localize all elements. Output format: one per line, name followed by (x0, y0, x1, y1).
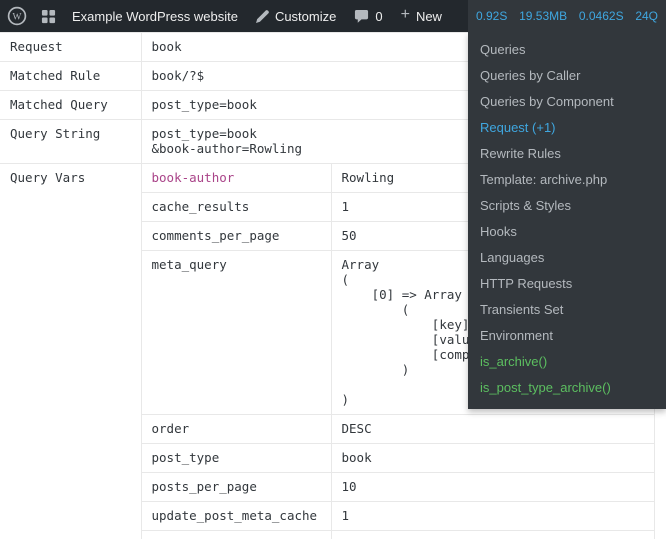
query-var-key: posts_per_page (141, 472, 332, 502)
row-label-matched-rule: Matched Rule (0, 61, 142, 91)
qm-stat-db-time: 0.0462S (578, 9, 624, 23)
new-label: New (415, 8, 442, 24)
query-var-key: update_post_meta_cache (141, 501, 332, 531)
site-name-button[interactable]: Example WordPress website (63, 0, 247, 32)
query-monitor-toolbar-button[interactable]: 0.92S 19.53MB 0.0462S 24Q (468, 0, 666, 32)
row-label-request: Request (0, 32, 142, 62)
menu-item-environment[interactable]: Environment (468, 323, 666, 349)
menu-item-queries-by-component[interactable]: Queries by Component (468, 89, 666, 115)
menu-item-is-archive[interactable]: is_archive() (468, 349, 666, 375)
menu-item-scripts-styles[interactable]: Scripts & Styles (468, 193, 666, 219)
new-content-button[interactable]: + New (392, 0, 451, 32)
comments-button[interactable]: 0 (345, 0, 391, 32)
comment-bubble-icon (354, 9, 369, 24)
query-var-value: 10 (330, 472, 655, 502)
query-var-value: 1 (330, 530, 655, 539)
query-var-key: book-author (140, 163, 332, 193)
admin-bar: W Example WordPress website Customize 0 … (0, 0, 666, 32)
menu-item-hooks[interactable]: Hooks (468, 219, 666, 245)
query-var-key: order (141, 414, 332, 444)
menu-item-rewrite-rules[interactable]: Rewrite Rules (468, 141, 666, 167)
pencil-icon (255, 9, 269, 23)
qm-stat-page-time: 0.92S (476, 9, 508, 23)
query-var-key: comments_per_page (141, 221, 332, 251)
plus-icon: + (400, 6, 410, 23)
row-label-query-string: Query String (0, 119, 142, 164)
menu-item-is-post-type-archive[interactable]: is_post_type_archive() (468, 375, 666, 401)
qm-panel-menu: Queries Queries by Caller Queries by Com… (468, 32, 666, 409)
comment-count: 0 (375, 8, 383, 24)
customize-button[interactable]: Customize (247, 0, 345, 32)
menu-item-template[interactable]: Template: archive.php (468, 167, 666, 193)
menu-item-transients-set[interactable]: Transients Set (468, 297, 666, 323)
site-name: Example WordPress website (72, 8, 238, 24)
wordpress-logo-button[interactable]: W (0, 0, 34, 32)
query-var-value: book (330, 443, 655, 473)
customize-label: Customize (274, 8, 337, 24)
wordpress-logo-icon: W (7, 6, 27, 26)
menu-item-http-requests[interactable]: HTTP Requests (468, 271, 666, 297)
menu-item-request[interactable]: Request (+1) (468, 115, 666, 141)
menu-item-queries-by-caller[interactable]: Queries by Caller (468, 63, 666, 89)
menu-item-languages[interactable]: Languages (468, 245, 666, 271)
row-label-matched-query: Matched Query (0, 90, 142, 120)
query-var-value: 1 (330, 501, 655, 531)
qm-stat-query-count: 24Q (635, 9, 658, 23)
svg-text:W: W (13, 13, 22, 23)
query-var-value: DESC (330, 414, 655, 444)
menu-item-queries[interactable]: Queries (468, 37, 666, 63)
row-label-query-vars: Query Vars (0, 163, 142, 539)
query-var-key: update_post_term_cache (141, 530, 332, 539)
query-var-key: post_type (141, 443, 332, 473)
query-var-key: meta_query (141, 250, 332, 415)
query-var-key: cache_results (141, 192, 332, 222)
my-sites-icon (41, 9, 56, 24)
my-sites-button[interactable] (34, 0, 63, 32)
qm-stat-memory: 19.53MB (519, 9, 568, 23)
